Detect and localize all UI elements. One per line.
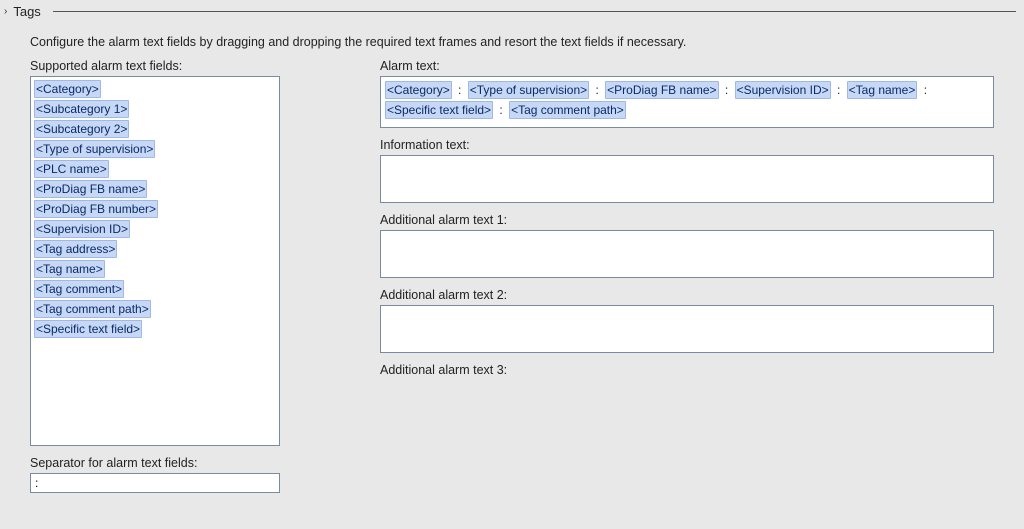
separator-text: : — [496, 103, 506, 117]
tag-token[interactable]: <Supervision ID> — [34, 220, 130, 238]
separator-input[interactable] — [30, 473, 280, 493]
tag-token[interactable]: <Tag comment path> — [509, 101, 626, 119]
tag-token[interactable]: <Tag name> — [34, 260, 105, 278]
separator-text: : — [592, 83, 602, 97]
alarm-text-box[interactable]: <Category> : <Type of supervision> : <Pr… — [380, 76, 994, 128]
tag-token[interactable]: <Subcategory 2> — [34, 120, 129, 138]
collapse-chevron-icon[interactable]: › — [4, 6, 7, 17]
separator-text: : — [455, 83, 465, 97]
tag-token[interactable]: <Category> — [34, 80, 101, 98]
section-title: Tags — [13, 4, 40, 19]
tag-token[interactable]: <Specific text field> — [385, 101, 493, 119]
section-header: › Tags — [0, 0, 1024, 23]
tag-token[interactable]: <Tag name> — [847, 81, 918, 99]
header-rule — [53, 11, 1016, 12]
information-text-box[interactable] — [380, 155, 994, 203]
left-column: Supported alarm text fields: <Category><… — [30, 59, 280, 493]
additional-alarm-text-3-label: Additional alarm text 3: — [380, 363, 994, 377]
additional-alarm-text-1-label: Additional alarm text 1: — [380, 213, 994, 227]
supported-label: Supported alarm text fields: — [30, 59, 280, 73]
tag-token[interactable]: <Type of supervision> — [34, 140, 155, 158]
tag-token[interactable]: <Tag address> — [34, 240, 117, 258]
additional-alarm-text-2-label: Additional alarm text 2: — [380, 288, 994, 302]
tag-token[interactable]: <ProDiag FB number> — [34, 200, 158, 218]
supported-listbox[interactable]: <Category> <Subcategory 1> <Subcategory 2>… — [30, 76, 280, 446]
tag-token[interactable]: <PLC name> — [34, 160, 109, 178]
separator-text: : — [722, 83, 732, 97]
alarm-text-label: Alarm text: — [380, 59, 994, 73]
separator-text: : — [920, 83, 927, 97]
tag-token[interactable]: <Category> — [385, 81, 452, 99]
body: Configure the alarm text fields by dragg… — [0, 23, 1024, 493]
separator-label: Separator for alarm text fields: — [30, 456, 280, 470]
tag-token[interactable]: <Specific text field> — [34, 320, 142, 338]
tag-token[interactable]: <ProDiag FB name> — [605, 81, 718, 99]
right-column: Alarm text: <Category> : <Type of superv… — [380, 59, 1004, 380]
tag-token[interactable]: <Tag comment> — [34, 280, 124, 298]
tag-token[interactable]: <Type of supervision> — [468, 81, 589, 99]
tag-token[interactable]: <Subcategory 1> — [34, 100, 129, 118]
information-text-label: Information text: — [380, 138, 994, 152]
separator-text: : — [834, 83, 844, 97]
columns: Supported alarm text fields: <Category><… — [30, 59, 1004, 493]
tag-token[interactable]: <Tag comment path> — [34, 300, 151, 318]
additional-alarm-text-1-box[interactable] — [380, 230, 994, 278]
tag-token[interactable]: <Supervision ID> — [735, 81, 831, 99]
additional-alarm-text-2-box[interactable] — [380, 305, 994, 353]
intro-text: Configure the alarm text fields by dragg… — [30, 35, 1004, 49]
tag-token[interactable]: <ProDiag FB name> — [34, 180, 147, 198]
